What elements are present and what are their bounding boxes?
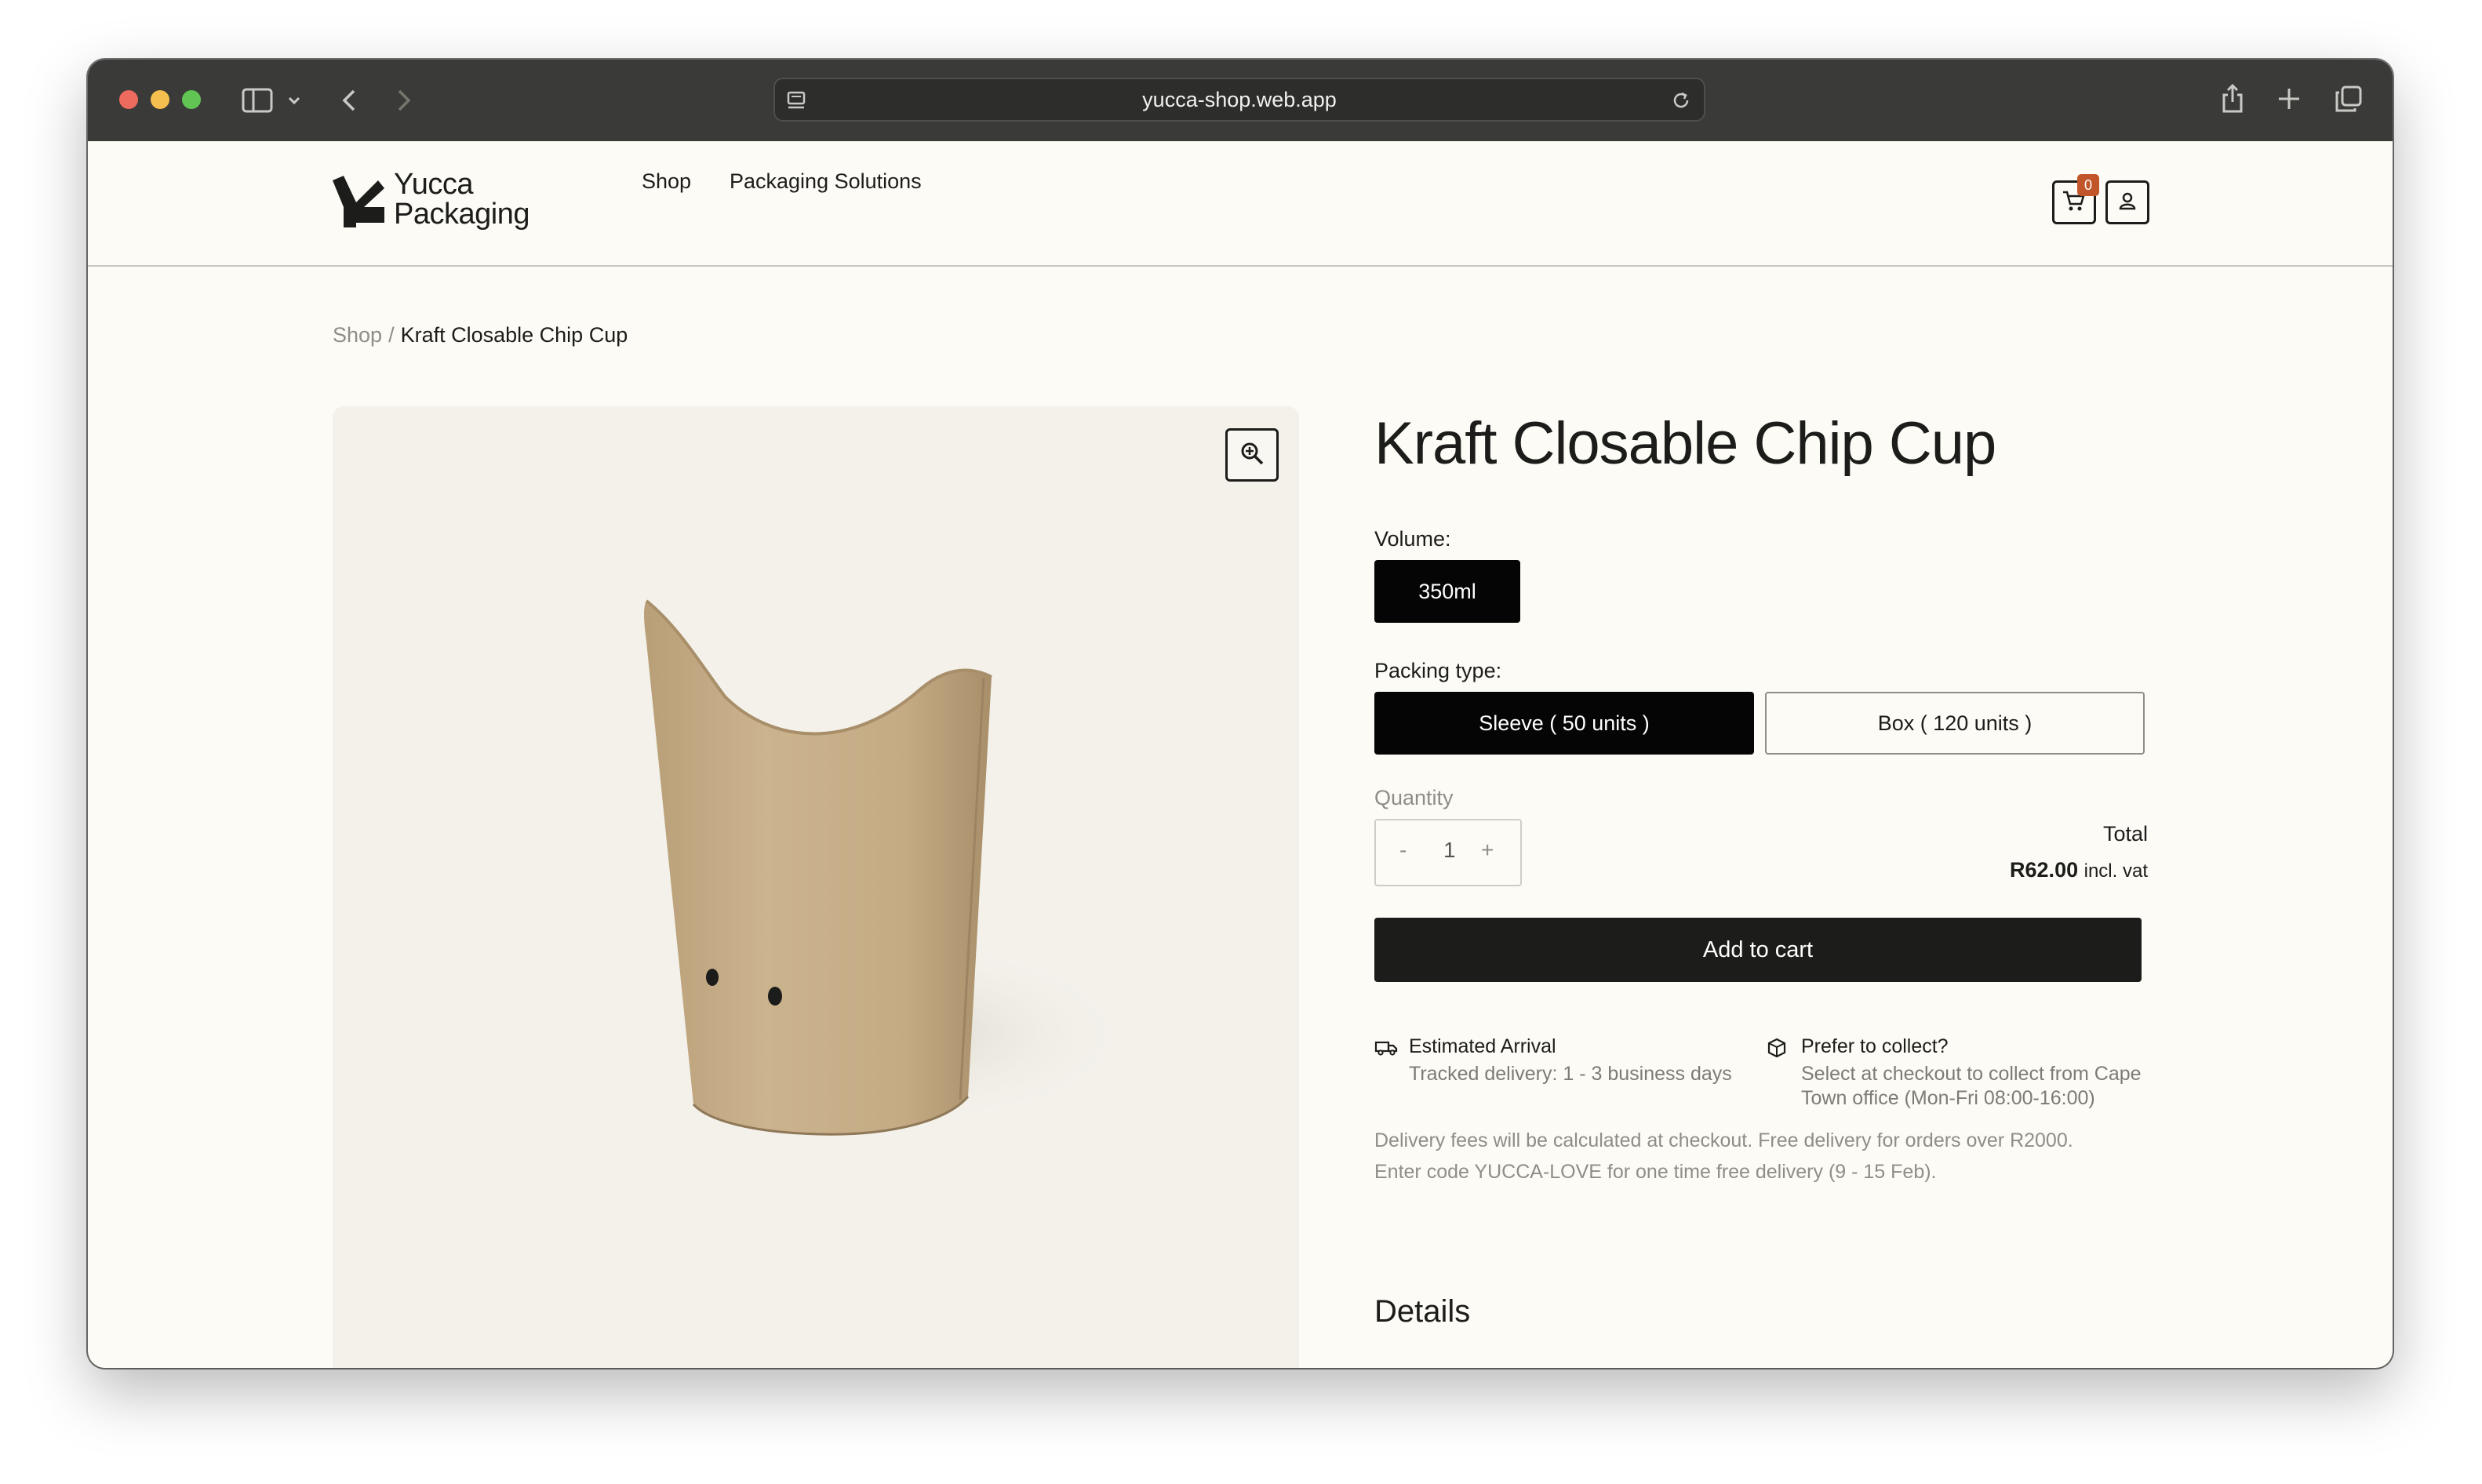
- quantity-label: Quantity: [1374, 786, 1454, 809]
- maximize-window-button[interactable]: [182, 90, 201, 109]
- forward-arrow-icon[interactable]: [392, 86, 416, 115]
- magnifier-zoom-icon: [1239, 441, 1265, 470]
- breadcrumb: Shop / Kraft Closable Chip Cup: [333, 323, 628, 347]
- share-icon[interactable]: [2218, 82, 2247, 116]
- promo-code-note: Enter code YUCCA-LOVE for one time free …: [1374, 1161, 1937, 1183]
- details-heading: Details: [1374, 1294, 1471, 1329]
- logo-line-1: Yucca: [394, 168, 474, 201]
- add-to-cart-button[interactable]: Add to cart: [1374, 918, 2142, 982]
- breadcrumb-current: Kraft Closable Chip Cup: [400, 323, 628, 347]
- address-bar[interactable]: yucca-shop.web.app: [773, 78, 1705, 122]
- collect-text-line-2: Town office (Mon-Fri 08:00-16:00): [1801, 1087, 2095, 1109]
- volume-label: Volume:: [1374, 527, 1451, 551]
- product-image-gallery[interactable]: [333, 406, 1299, 1368]
- sidebar-toggle-icon[interactable]: [240, 85, 275, 116]
- browser-window: yucca-shop.web.app Yucca Packaging Shop …: [88, 60, 2393, 1368]
- yucca-logo-mark-icon[interactable]: [333, 176, 384, 231]
- reload-icon[interactable]: [1669, 89, 1693, 112]
- logo-line-2: Packaging: [394, 198, 530, 231]
- packing-option-box[interactable]: Box ( 120 units ): [1765, 692, 2145, 755]
- delivery-fee-note: Delivery fees will be calculated at chec…: [1374, 1129, 2073, 1151]
- quantity-stepper: - 1 +: [1374, 819, 1522, 886]
- collect-text: Select at checkout to collect from Cape …: [1801, 1062, 2142, 1111]
- packing-type-label: Packing type:: [1374, 659, 1502, 682]
- breadcrumb-shop-link[interactable]: Shop: [333, 323, 382, 347]
- breadcrumb-separator: /: [388, 323, 395, 347]
- collect-title: Prefer to collect?: [1801, 1035, 1949, 1057]
- browser-toolbar: yucca-shop.web.app: [88, 60, 2393, 141]
- total-amount: R62.00: [2010, 858, 2079, 882]
- product-title: Kraft Closable Chip Cup: [1374, 410, 1996, 477]
- close-window-button[interactable]: [119, 90, 138, 109]
- logo-wordmark[interactable]: Yucca Packaging: [394, 169, 530, 229]
- user-icon: [2118, 191, 2137, 214]
- quantity-decrement-button[interactable]: -: [1399, 838, 1407, 863]
- chevron-down-icon[interactable]: [286, 89, 303, 111]
- nav-link-shop[interactable]: Shop: [642, 169, 691, 194]
- new-tab-plus-icon[interactable]: [2275, 85, 2303, 113]
- minimize-window-button[interactable]: [151, 90, 169, 109]
- nav-link-packaging-solutions[interactable]: Packaging Solutions: [730, 169, 922, 194]
- estimated-arrival-text: Tracked delivery: 1 - 3 business days: [1409, 1063, 1732, 1085]
- cart-count-badge: 0: [2077, 174, 2099, 196]
- tab-overview-icon[interactable]: [2333, 83, 2364, 115]
- total-price: R62.00 incl. vat: [2010, 858, 2148, 882]
- collect-text-line-1: Select at checkout to collect from Cape: [1801, 1063, 2142, 1085]
- total-vat-suffix: incl. vat: [2083, 860, 2148, 882]
- packing-option-sleeve[interactable]: Sleeve ( 50 units ): [1374, 692, 1754, 755]
- package-box-icon: [1767, 1037, 1787, 1059]
- volume-option-350ml[interactable]: 350ml: [1374, 560, 1520, 623]
- total-label: Total: [2102, 822, 2148, 846]
- account-button[interactable]: [2105, 180, 2149, 224]
- delivery-truck-icon: [1374, 1038, 1398, 1057]
- back-arrow-icon[interactable]: [337, 86, 361, 115]
- zoom-button[interactable]: [1225, 428, 1279, 482]
- product-image: [644, 599, 1133, 1136]
- url-text: yucca-shop.web.app: [1142, 87, 1337, 111]
- estimated-arrival-title: Estimated Arrival: [1409, 1035, 1556, 1057]
- quantity-value[interactable]: 1: [1443, 838, 1456, 863]
- quantity-increment-button[interactable]: +: [1481, 838, 1494, 863]
